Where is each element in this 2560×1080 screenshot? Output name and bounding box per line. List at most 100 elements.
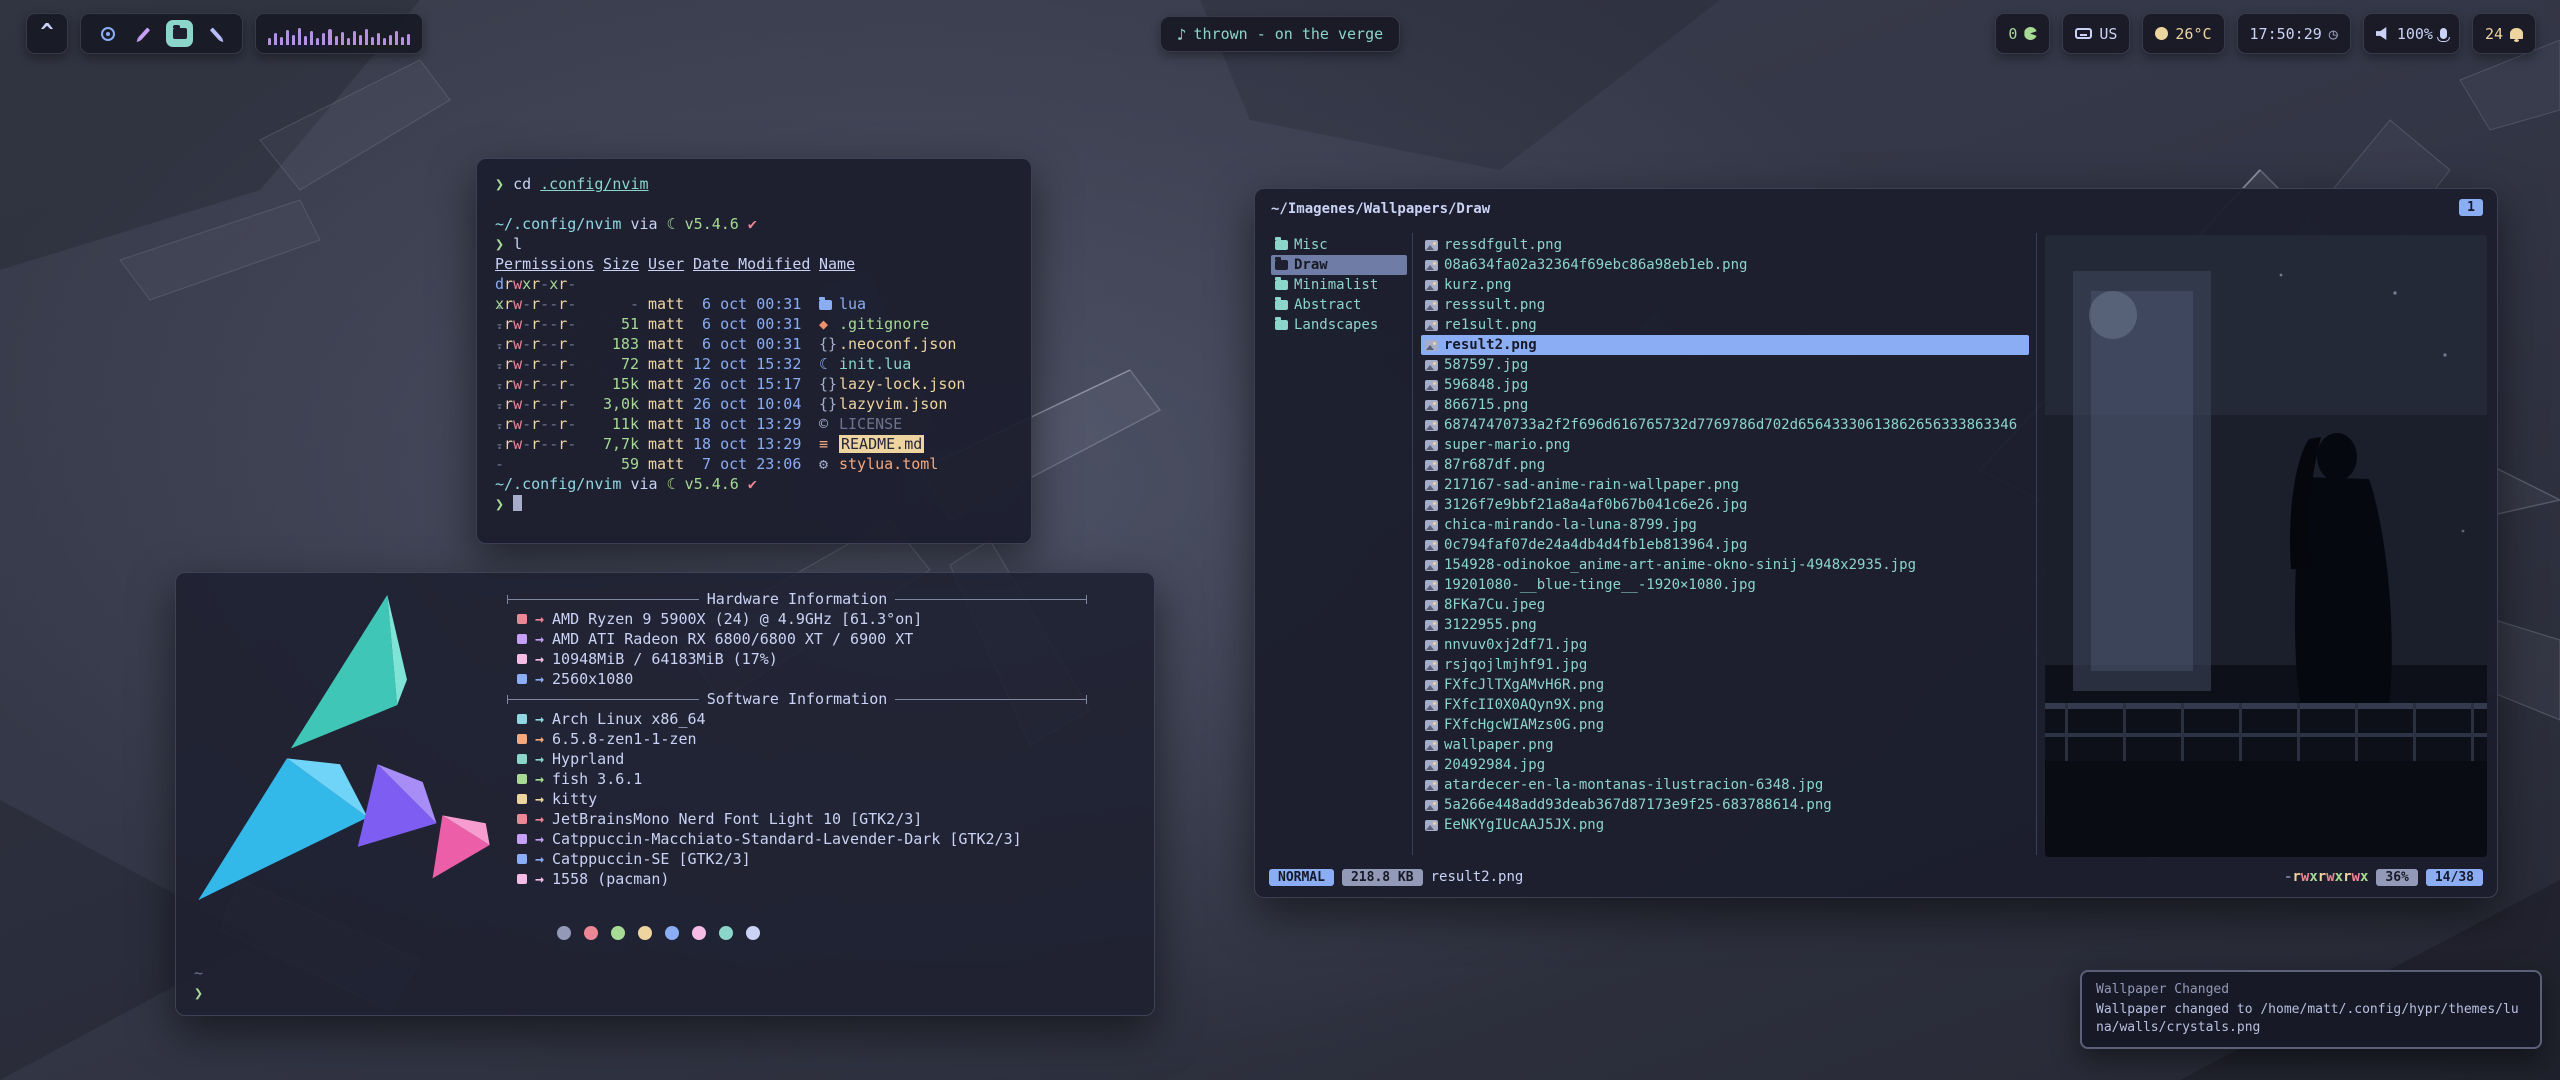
tab-indicator[interactable]: 1: [2459, 199, 2483, 216]
workspace-button-3[interactable]: [166, 20, 193, 47]
file-item[interactable]: 20492984.jpg: [1421, 755, 2029, 775]
info-text: 6.5.8-zen1-1-zen: [552, 729, 697, 749]
file-item[interactable]: result2.png: [1421, 335, 2029, 355]
terminal-window[interactable]: ❯ cd .config/nvim ~/.config/nvim via ☾ v…: [476, 158, 1032, 544]
pencil-icon: [137, 27, 149, 40]
file-item[interactable]: wallpaper.png: [1421, 735, 2029, 755]
file-item[interactable]: 19201080-__blue-tinge__-1920×1080.jpg: [1421, 575, 2029, 595]
file-item[interactable]: 87r687df.png: [1421, 455, 2029, 475]
visualizer-bar: [322, 33, 325, 45]
file-item[interactable]: atardecer-en-la-montanas-ilustracion-634…: [1421, 775, 2029, 795]
file-item[interactable]: FXfcJlTXgAMvH6R.png: [1421, 675, 2029, 695]
image-file-icon: [1425, 360, 1438, 371]
file-name: 08a634fa02a32364f69ebc86a98eb1eb.png: [1444, 255, 1747, 275]
directory-item[interactable]: Abstract: [1271, 295, 1407, 315]
file-item[interactable]: 68747470733a2f2f696d616765732d7769786d70…: [1421, 415, 2029, 435]
file-item[interactable]: 596848.jpg: [1421, 375, 2029, 395]
updates-widget[interactable]: 0: [1995, 13, 2050, 54]
directory-item[interactable]: Landscapes: [1271, 315, 1407, 335]
weather-widget[interactable]: 26°C: [2142, 13, 2224, 54]
file-item[interactable]: FXfcII0X0AQyn9X.png: [1421, 695, 2029, 715]
notifications-widget[interactable]: 24: [2472, 13, 2536, 54]
display-icon: [517, 674, 527, 684]
file-item[interactable]: ressdfgult.png: [1421, 235, 2029, 255]
file-name: FXfcHgcWIAMzs0G.png: [1444, 715, 1604, 735]
launcher-button[interactable]: [26, 13, 68, 54]
directory-item[interactable]: Draw: [1271, 255, 1407, 275]
file-item[interactable]: chica-mirando-la-luna-8799.jpg: [1421, 515, 2029, 535]
info-line: →JetBrainsMono Nerd Font Light 10 [GTK2/…: [507, 809, 1087, 829]
info-line: →kitty: [507, 789, 1087, 809]
terminal-color-palette: [557, 926, 1138, 940]
info-line: →Hyprland: [507, 749, 1087, 769]
file-name: kurz.png: [1444, 275, 1511, 295]
file-name: resssult.png: [1444, 295, 1545, 315]
pacman-icon: [2024, 27, 2037, 40]
file-item[interactable]: 217167-sad-anime-rain-wallpaper.png: [1421, 475, 2029, 495]
file-name: 154928-odinokoe_anime-art-anime-okno-sin…: [1444, 555, 1916, 575]
info-line: →6.5.8-zen1-1-zen: [507, 729, 1087, 749]
folder-icon: [1275, 320, 1288, 330]
arrow-icon: →: [535, 769, 544, 789]
arrow-icon: →: [535, 669, 544, 689]
breadcrumb-path: ~/Imagenes/Wallpapers/Draw: [1271, 201, 1490, 217]
folder-icon: [173, 28, 187, 39]
file-item[interactable]: re1sult.png: [1421, 315, 2029, 335]
file-row: .rw-r--r--7,7kmatt18 oct 13:29≡README.md: [495, 414, 1013, 434]
status-mark-icon: ✔: [748, 475, 757, 493]
file-item[interactable]: 154928-odinokoe_anime-art-anime-okno-sin…: [1421, 555, 2029, 575]
prompt-cwd: ~/.config/nvim: [495, 215, 621, 233]
image-file-icon: [1425, 760, 1438, 771]
file-item[interactable]: 3122955.png: [1421, 615, 2029, 635]
file-item[interactable]: 08a634fa02a32364f69ebc86a98eb1eb.png: [1421, 255, 2029, 275]
column-divider: [1412, 233, 1413, 855]
workspace-button-1[interactable]: [94, 20, 121, 47]
arrow-icon: →: [535, 849, 544, 869]
directory-item[interactable]: Misc: [1271, 235, 1407, 255]
file-name: 0c794faf07de24a4db4d4fb1eb813964.jpg: [1444, 535, 1747, 555]
image-file-icon: [1425, 580, 1438, 591]
preview-image: [2045, 235, 2487, 857]
file-name: nnvuv0xj2df71.jpg: [1444, 635, 1587, 655]
file-item[interactable]: EeNKYgIUcAAJ5JX.png: [1421, 815, 2029, 835]
file-name: atardecer-en-la-montanas-ilustracion-634…: [1444, 775, 1823, 795]
file-item[interactable]: resssult.png: [1421, 295, 2029, 315]
image-file-icon: [1425, 280, 1438, 291]
keyboard-icon: [2075, 28, 2092, 39]
workspace-button-2[interactable]: [130, 20, 157, 47]
arrow-icon: →: [535, 649, 544, 669]
file-item[interactable]: super-mario.png: [1421, 435, 2029, 455]
workspace-button-4[interactable]: [202, 20, 229, 47]
clock-widget[interactable]: 17:50:29: [2237, 13, 2351, 54]
info-line: →2560x1080: [507, 669, 1087, 689]
file-item[interactable]: 5a266e448add93deab367d87173e9f25-6837886…: [1421, 795, 2029, 815]
clock-icon: [2329, 25, 2338, 43]
file-manager-window[interactable]: ~/Imagenes/Wallpapers/Draw 1 MiscDrawMin…: [1254, 188, 2498, 898]
file-item[interactable]: 0c794faf07de24a4db4d4fb1eb813964.jpg: [1421, 535, 2029, 555]
file-item[interactable]: 8FKa7Cu.jpeg: [1421, 595, 2029, 615]
topbar-right-group: 0 US 26°C 17:50:29 100% 24: [1995, 13, 2536, 54]
image-file-icon: [1425, 520, 1438, 531]
info-line: →Arch Linux x86_64: [507, 709, 1087, 729]
fetch-window[interactable]: Hardware Information→AMD Ryzen 9 5900X (…: [175, 572, 1155, 1016]
section-title: Hardware Information: [707, 590, 888, 608]
info-text: fish 3.6.1: [552, 769, 642, 789]
file-item[interactable]: rsjqojlmjhf91.jpg: [1421, 655, 2029, 675]
volume-widget[interactable]: 100%: [2363, 13, 2460, 54]
image-file-icon: [1425, 380, 1438, 391]
directory-item[interactable]: Minimalist: [1271, 275, 1407, 295]
music-widget[interactable]: thrown - on the verge: [1160, 16, 1400, 52]
notification-popup[interactable]: Wallpaper Changed Wallpaper changed to /…: [2080, 970, 2542, 1049]
info-line: →AMD ATI Radeon RX 6800/6800 XT / 6900 X…: [507, 629, 1087, 649]
file-name: 19201080-__blue-tinge__-1920×1080.jpg: [1444, 575, 1756, 595]
file-item[interactable]: nnvuv0xj2df71.jpg: [1421, 635, 2029, 655]
file-item[interactable]: kurz.png: [1421, 275, 2029, 295]
arch-logo: [192, 585, 507, 908]
prompt-line: ~/.config/nvim via ☾ v5.4.6 ✔: [495, 474, 1013, 494]
keyboard-layout-widget[interactable]: US: [2062, 13, 2130, 54]
file-item[interactable]: FXfcHgcWIAMzs0G.png: [1421, 715, 2029, 735]
file-item[interactable]: 3126f7e9bbf21a8a4af0b67b041c6e26.jpg: [1421, 495, 2029, 515]
image-file-icon: [1425, 240, 1438, 251]
file-item[interactable]: 866715.png: [1421, 395, 2029, 415]
file-item[interactable]: 587597.jpg: [1421, 355, 2029, 375]
